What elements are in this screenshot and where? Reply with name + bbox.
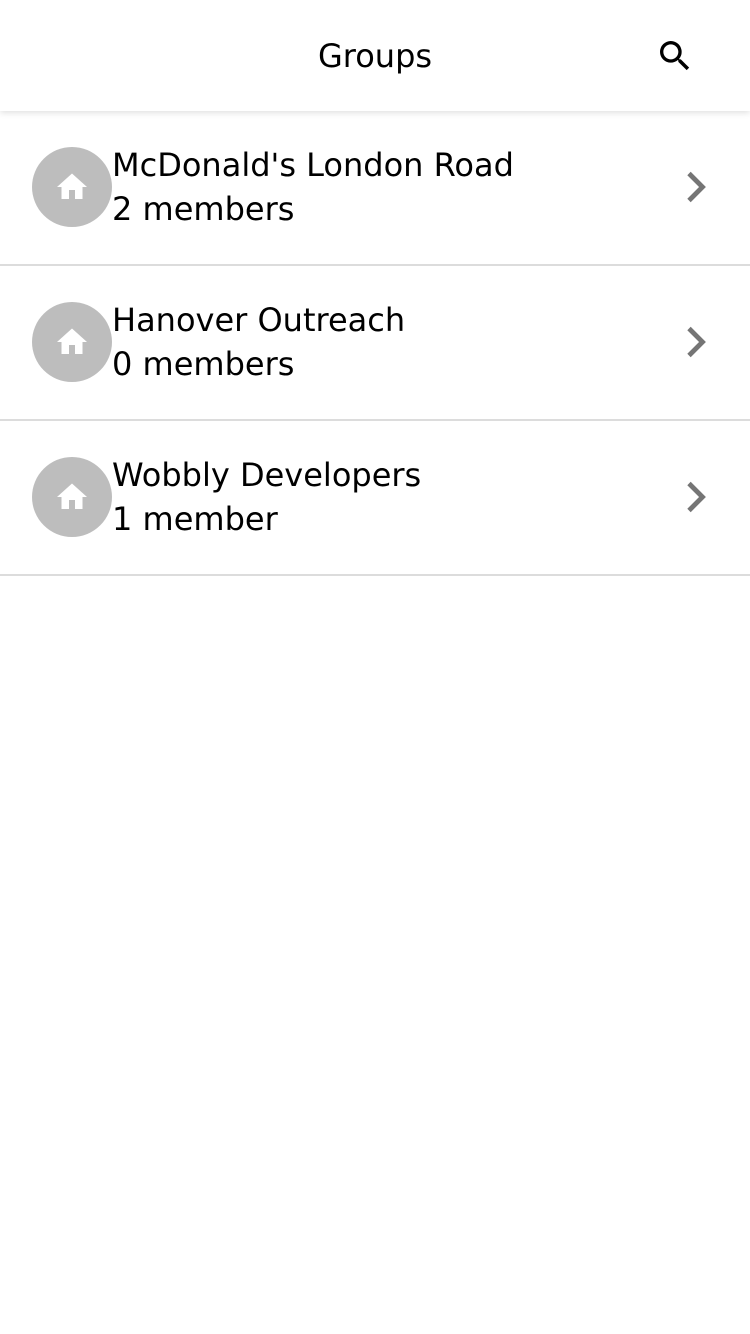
home-icon — [57, 173, 87, 199]
top-app-bar: Groups — [0, 0, 750, 111]
group-avatar — [32, 302, 112, 382]
group-name: Hanover Outreach — [112, 301, 406, 339]
home-icon — [57, 483, 87, 509]
chevron-right-icon — [680, 479, 710, 515]
app-screen: Groups McDonald's London Road 2 members — [0, 0, 750, 1334]
group-list: McDonald's London Road 2 members Hanover… — [0, 111, 750, 576]
chevron-right-icon — [680, 169, 710, 205]
group-member-count: 1 member — [112, 500, 278, 538]
chevron-right-icon — [680, 324, 710, 360]
group-member-count: 0 members — [112, 345, 295, 383]
home-icon — [57, 328, 87, 354]
group-list-item[interactable]: Wobbly Developers 1 member — [0, 421, 750, 576]
group-avatar — [32, 147, 112, 227]
group-member-count: 2 members — [112, 190, 295, 228]
search-button[interactable] — [650, 31, 700, 81]
page-title: Groups — [317, 37, 433, 75]
group-name: McDonald's London Road — [112, 146, 514, 184]
group-name: Wobbly Developers — [112, 456, 422, 494]
group-list-item[interactable]: McDonald's London Road 2 members — [0, 111, 750, 266]
search-icon — [660, 41, 690, 71]
group-list-item[interactable]: Hanover Outreach 0 members — [0, 266, 750, 421]
group-avatar — [32, 457, 112, 537]
